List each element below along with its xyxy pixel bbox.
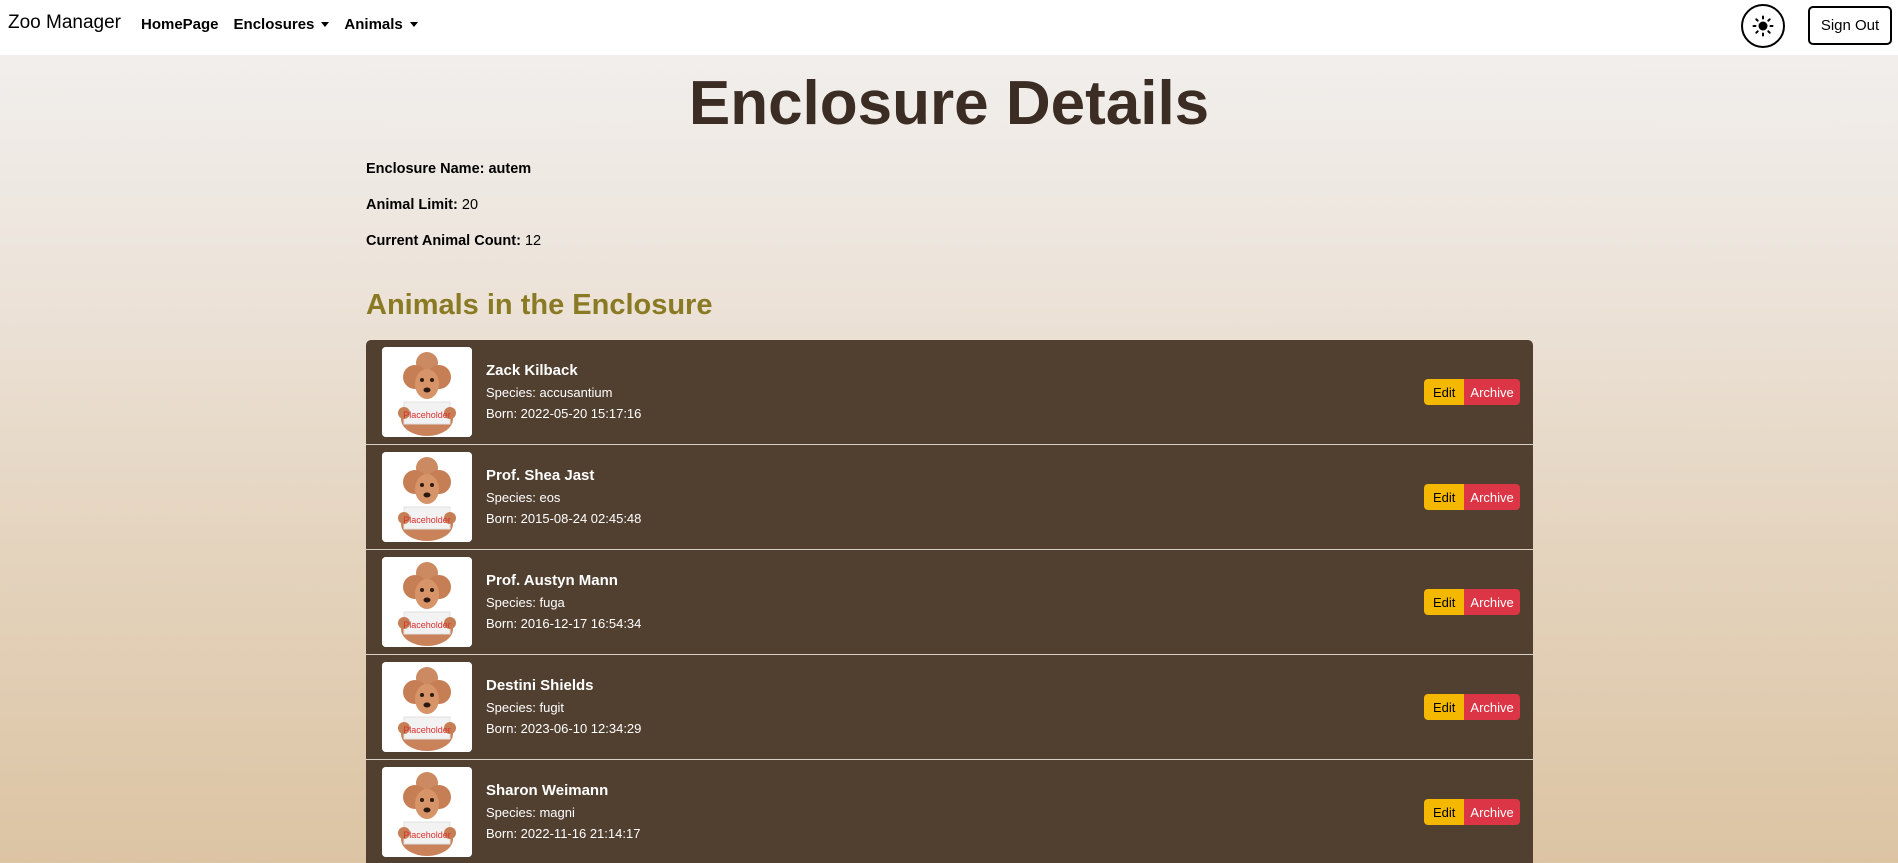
archive-button[interactable]: Archive — [1464, 694, 1520, 720]
dog-placeholder-icon: Placeholder — [382, 347, 472, 437]
edit-button[interactable]: Edit — [1424, 694, 1465, 720]
animal-actions: Edit Archive — [1424, 484, 1520, 510]
nav-link-label: Enclosures — [233, 16, 315, 33]
edit-button[interactable]: Edit — [1424, 799, 1465, 825]
archive-button[interactable]: Archive — [1464, 799, 1520, 825]
section-title: Animals in the Enclosure — [366, 289, 713, 321]
animal-actions: Edit Archive — [1424, 379, 1520, 405]
enclosure-name-label: Enclosure Name: autem — [366, 161, 532, 177]
dog-placeholder-icon: Placeholder — [382, 557, 472, 647]
dog-placeholder-icon: Placeholder — [382, 452, 472, 542]
page-title: Enclosure Details — [688, 69, 1210, 138]
animal-name: Prof. Shea Jast — [486, 467, 595, 484]
animal-born-date: Born: 2022-05-20 15:17:16 — [486, 406, 642, 421]
animal-photo: Placeholder — [382, 767, 472, 857]
dog-placeholder-icon: Placeholder — [382, 767, 472, 857]
animal-count-value: 12 — [524, 233, 542, 249]
animal-count: Current Animal Count: 12 — [366, 233, 541, 249]
enclosure-name: Enclosure Name: autem — [366, 161, 531, 177]
animal-species: Species: fugit — [486, 700, 565, 715]
animal-limit-label: Animal Limit: — [366, 197, 458, 213]
animal-card: Placeholder Zack Kilback Species: accusa… — [366, 340, 1533, 445]
edit-button[interactable]: Edit — [1424, 589, 1465, 615]
svg-text:Placeholder: Placeholder — [403, 515, 451, 525]
svg-text:Placeholder: Placeholder — [403, 410, 451, 420]
chevron-down-icon — [321, 22, 330, 27]
animal-name: Prof. Austyn Mann — [486, 572, 618, 589]
animal-card: Placeholder Sharon Weimann Species: magn… — [366, 760, 1533, 863]
sun-icon — [1752, 15, 1774, 37]
animal-born-date: Born: 2016-12-17 16:54:34 — [486, 616, 642, 631]
animal-species: Species: fuga — [486, 595, 565, 610]
animal-photo: Placeholder — [382, 557, 472, 647]
animal-photo: Placeholder — [382, 662, 472, 752]
animal-list: Placeholder Zack Kilback Species: accusa… — [366, 340, 1533, 863]
animal-limit: Animal Limit: 20 — [366, 197, 478, 213]
animal-species: Species: accusantium — [486, 385, 613, 400]
nav-link-label: HomePage — [141, 16, 219, 33]
animal-actions: Edit Archive — [1424, 589, 1520, 615]
animal-actions: Edit Archive — [1424, 799, 1520, 825]
animal-name: Sharon Weimann — [486, 782, 609, 799]
nav-dropdown-animals[interactable]: Animals — [344, 16, 418, 33]
nav-link-label: Animals — [344, 16, 403, 33]
animal-born-date: Born: 2015-08-24 02:45:48 — [486, 511, 642, 526]
svg-text:Placeholder: Placeholder — [403, 725, 451, 735]
svg-text:Placeholder: Placeholder — [403, 830, 451, 840]
animal-photo: Placeholder — [382, 347, 472, 437]
nav-dropdown-enclosures[interactable]: Enclosures — [234, 16, 330, 33]
animal-species: Species: magni — [486, 805, 575, 820]
animal-card: Placeholder Prof. Austyn Mann Species: f… — [366, 550, 1533, 655]
navbar: Zoo Manager HomePage Enclosures Animals — [0, 0, 1898, 55]
animal-card: Placeholder Prof. Shea Jast Species: eos… — [366, 445, 1533, 550]
animal-born-date: Born: 2023-06-10 12:34:29 — [486, 721, 642, 736]
edit-button[interactable]: Edit — [1424, 484, 1465, 510]
archive-button[interactable]: Archive — [1464, 484, 1520, 510]
animal-species: Species: eos — [486, 490, 561, 505]
animal-name: Destini Shields — [486, 677, 594, 694]
animal-card: Placeholder Destini Shields Species: fug… — [366, 655, 1533, 760]
archive-button[interactable]: Archive — [1464, 589, 1520, 615]
animal-name: Zack Kilback — [486, 362, 578, 379]
sign-out-button[interactable]: Sign Out — [1808, 6, 1892, 45]
animal-actions: Edit Archive — [1424, 694, 1520, 720]
nav-link-homepage[interactable]: HomePage — [141, 16, 219, 33]
edit-button[interactable]: Edit — [1424, 379, 1465, 405]
chevron-down-icon — [409, 22, 418, 27]
animal-count-label: Current Animal Count: — [366, 233, 521, 249]
animal-born-date: Born: 2022-11-16 21:14:17 — [486, 826, 641, 841]
nav-links: HomePage Enclosures Animals — [141, 16, 433, 33]
animal-limit-value: 20 — [461, 197, 479, 213]
archive-button[interactable]: Archive — [1464, 379, 1520, 405]
theme-toggle-button[interactable] — [1741, 4, 1785, 48]
dog-placeholder-icon: Placeholder — [382, 662, 472, 752]
brand-logo[interactable]: Zoo Manager — [8, 12, 121, 34]
animal-photo: Placeholder — [382, 452, 472, 542]
svg-text:Placeholder: Placeholder — [403, 620, 451, 630]
